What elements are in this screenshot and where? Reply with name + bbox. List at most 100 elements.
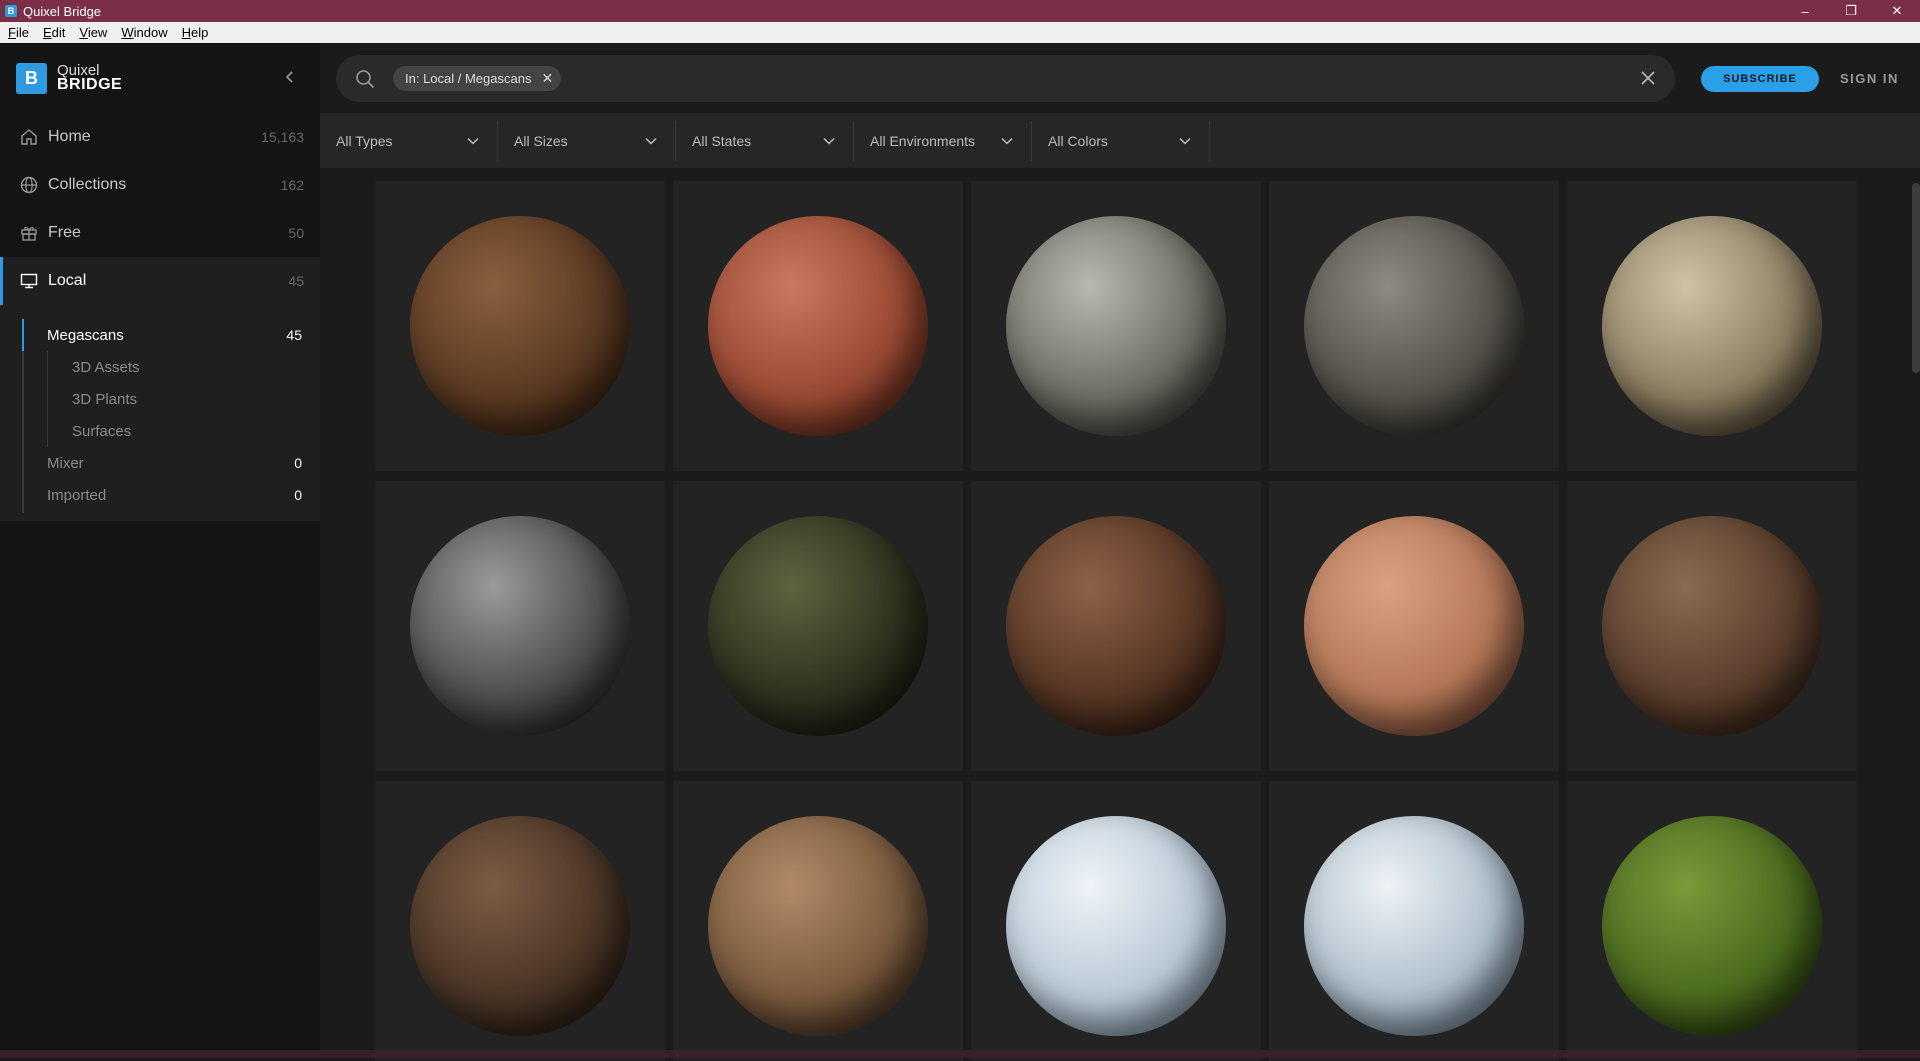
menu-help[interactable]: Help: [174, 25, 215, 40]
sidebar-item-count: 15,163: [261, 129, 304, 145]
asset-tile[interactable]: [971, 781, 1261, 1061]
filter-label: All Types: [336, 132, 393, 149]
asset-tile[interactable]: [375, 181, 665, 471]
monitor-icon: [19, 271, 39, 291]
forest-soil-sphere: [1602, 516, 1822, 736]
filter-label: All States: [692, 132, 752, 149]
asset-tile[interactable]: [971, 481, 1261, 771]
sidebar-item-label: Collections: [48, 176, 127, 193]
gift-icon: [19, 223, 39, 243]
sidebar-item-collections[interactable]: Collections 162: [0, 161, 320, 209]
asset-tile[interactable]: [375, 481, 665, 771]
subnav-item-mixer[interactable]: Mixer 0: [0, 447, 320, 479]
app-icon: B: [5, 5, 17, 17]
maximize-button[interactable]: ❐: [1828, 0, 1874, 22]
chevron-down-icon: [1179, 137, 1191, 145]
subnav-item-label: Imported: [47, 486, 107, 504]
search-icon[interactable]: [354, 68, 376, 90]
rocky-soil-sphere: [1006, 516, 1226, 736]
sidebar-item-count: 45: [288, 273, 304, 289]
filter-sizes-dropdown[interactable]: All Sizes: [498, 120, 676, 161]
asset-tile[interactable]: [1269, 781, 1559, 1061]
subnav-item-count: 0: [294, 487, 302, 503]
remove-chip-icon[interactable]: ✕: [541, 70, 553, 87]
search-filter-chip[interactable]: In: Local / Megascans ✕: [393, 66, 562, 91]
asset-tile[interactable]: [971, 181, 1261, 471]
menu-window[interactable]: Window: [113, 25, 173, 40]
filter-label: All Sizes: [514, 132, 568, 149]
filter-bar: All Types All Sizes All States All Envir…: [320, 113, 1920, 168]
menu-bar: File Edit View Window Help: [0, 22, 1920, 43]
filter-states-dropdown[interactable]: All States: [676, 120, 854, 161]
sidebar-item-label: Free: [48, 224, 81, 241]
filter-environments-dropdown[interactable]: All Environments: [854, 120, 1032, 161]
subnav-item-count: 45: [286, 327, 302, 343]
minimize-button[interactable]: –: [1782, 0, 1828, 22]
menu-file[interactable]: File: [0, 25, 35, 40]
dark-rock-sphere: [1304, 216, 1524, 436]
asset-tile[interactable]: [1567, 181, 1857, 471]
filter-colors-dropdown[interactable]: All Colors: [1032, 120, 1210, 161]
tan-ground-sphere: [1304, 516, 1524, 736]
sign-in-button[interactable]: SIGN IN: [1840, 71, 1899, 86]
top-bar: In: Local / Megascans ✕ SUBSCRIBE SIGN I…: [320, 43, 1920, 113]
close-window-button[interactable]: ✕: [1874, 0, 1920, 22]
window-titlebar: B Quixel Bridge – ❐ ✕: [0, 0, 1920, 22]
snow-sphere: [1006, 816, 1226, 1036]
subnav-item-label: 3D Assets: [72, 358, 140, 376]
subnav-item-3d-assets[interactable]: 3D Assets: [0, 351, 320, 383]
sidebar-item-local[interactable]: Local 45: [0, 257, 320, 305]
local-subnav: Megascans 45 3D Assets 3D Plants Surface…: [0, 305, 320, 521]
asset-tile[interactable]: [673, 481, 963, 771]
mossy-stones-sphere: [708, 516, 928, 736]
scrollbar-thumb[interactable]: [1912, 183, 1920, 373]
filter-label: All Environments: [870, 132, 976, 149]
home-icon: [19, 127, 39, 147]
sidebar-item-count: 50: [288, 225, 304, 241]
asset-tile[interactable]: [1269, 481, 1559, 771]
chevron-down-icon: [467, 137, 479, 145]
asset-tile[interactable]: [1567, 781, 1857, 1061]
chevron-down-icon: [823, 137, 835, 145]
brown-dirt-sphere: [410, 216, 630, 436]
subnav-item-label: 3D Plants: [72, 390, 138, 408]
dry-soil-sphere: [708, 816, 928, 1036]
filter-types-dropdown[interactable]: All Types: [320, 120, 498, 161]
menu-edit[interactable]: Edit: [35, 25, 71, 40]
asset-tile[interactable]: [673, 181, 963, 471]
asset-tile[interactable]: [1567, 481, 1857, 771]
sidebar-item-label: Home: [48, 128, 91, 145]
collapse-sidebar-icon[interactable]: [280, 67, 300, 87]
window-controls: – ❐ ✕: [1782, 0, 1920, 22]
sidebar-item-home[interactable]: Home 15,163: [0, 113, 320, 161]
bridge-logo[interactable]: B: [16, 62, 47, 94]
sidebar-item-free[interactable]: Free 50: [0, 209, 320, 257]
sidebar-item-label: Local: [48, 272, 87, 289]
subscribe-button[interactable]: SUBSCRIBE: [1701, 66, 1819, 92]
menu-view[interactable]: View: [71, 25, 113, 40]
chevron-down-icon: [645, 137, 657, 145]
ice-cliff-sphere: [1304, 816, 1524, 1036]
subnav-item-megascans[interactable]: Megascans 45: [0, 319, 320, 351]
search-bar[interactable]: In: Local / Megascans ✕: [336, 55, 1675, 102]
globe-icon: [19, 175, 39, 195]
subnav-item-surfaces[interactable]: Surfaces: [0, 415, 320, 447]
subnav-item-3d-plants[interactable]: 3D Plants: [0, 383, 320, 415]
brand-text: Quixel BRIDGE: [57, 63, 122, 93]
asset-tile[interactable]: [1269, 181, 1559, 471]
subnav-item-imported[interactable]: Imported 0: [0, 479, 320, 511]
beige-rock-sphere: [1602, 216, 1822, 436]
asset-tile[interactable]: [673, 781, 963, 1061]
subnav-item-label: Surfaces: [72, 422, 132, 440]
window-title: Quixel Bridge: [23, 3, 102, 19]
wood-bark-sphere: [410, 816, 630, 1036]
clear-search-icon[interactable]: [1637, 67, 1659, 89]
main-content: In: Local / Megascans ✕ SUBSCRIBE SIGN I…: [320, 43, 1920, 1061]
subnav-item-label: Megascans: [47, 326, 124, 344]
sidebar: B Quixel BRIDGE Home 15,163 Collections …: [0, 43, 320, 1058]
sidebar-item-count: 162: [280, 177, 304, 193]
asset-tile[interactable]: [375, 781, 665, 1061]
filter-label: All Colors: [1048, 132, 1108, 149]
gray-cliff-rock-sphere: [1006, 216, 1226, 436]
subnav-item-label: Mixer: [47, 454, 84, 472]
